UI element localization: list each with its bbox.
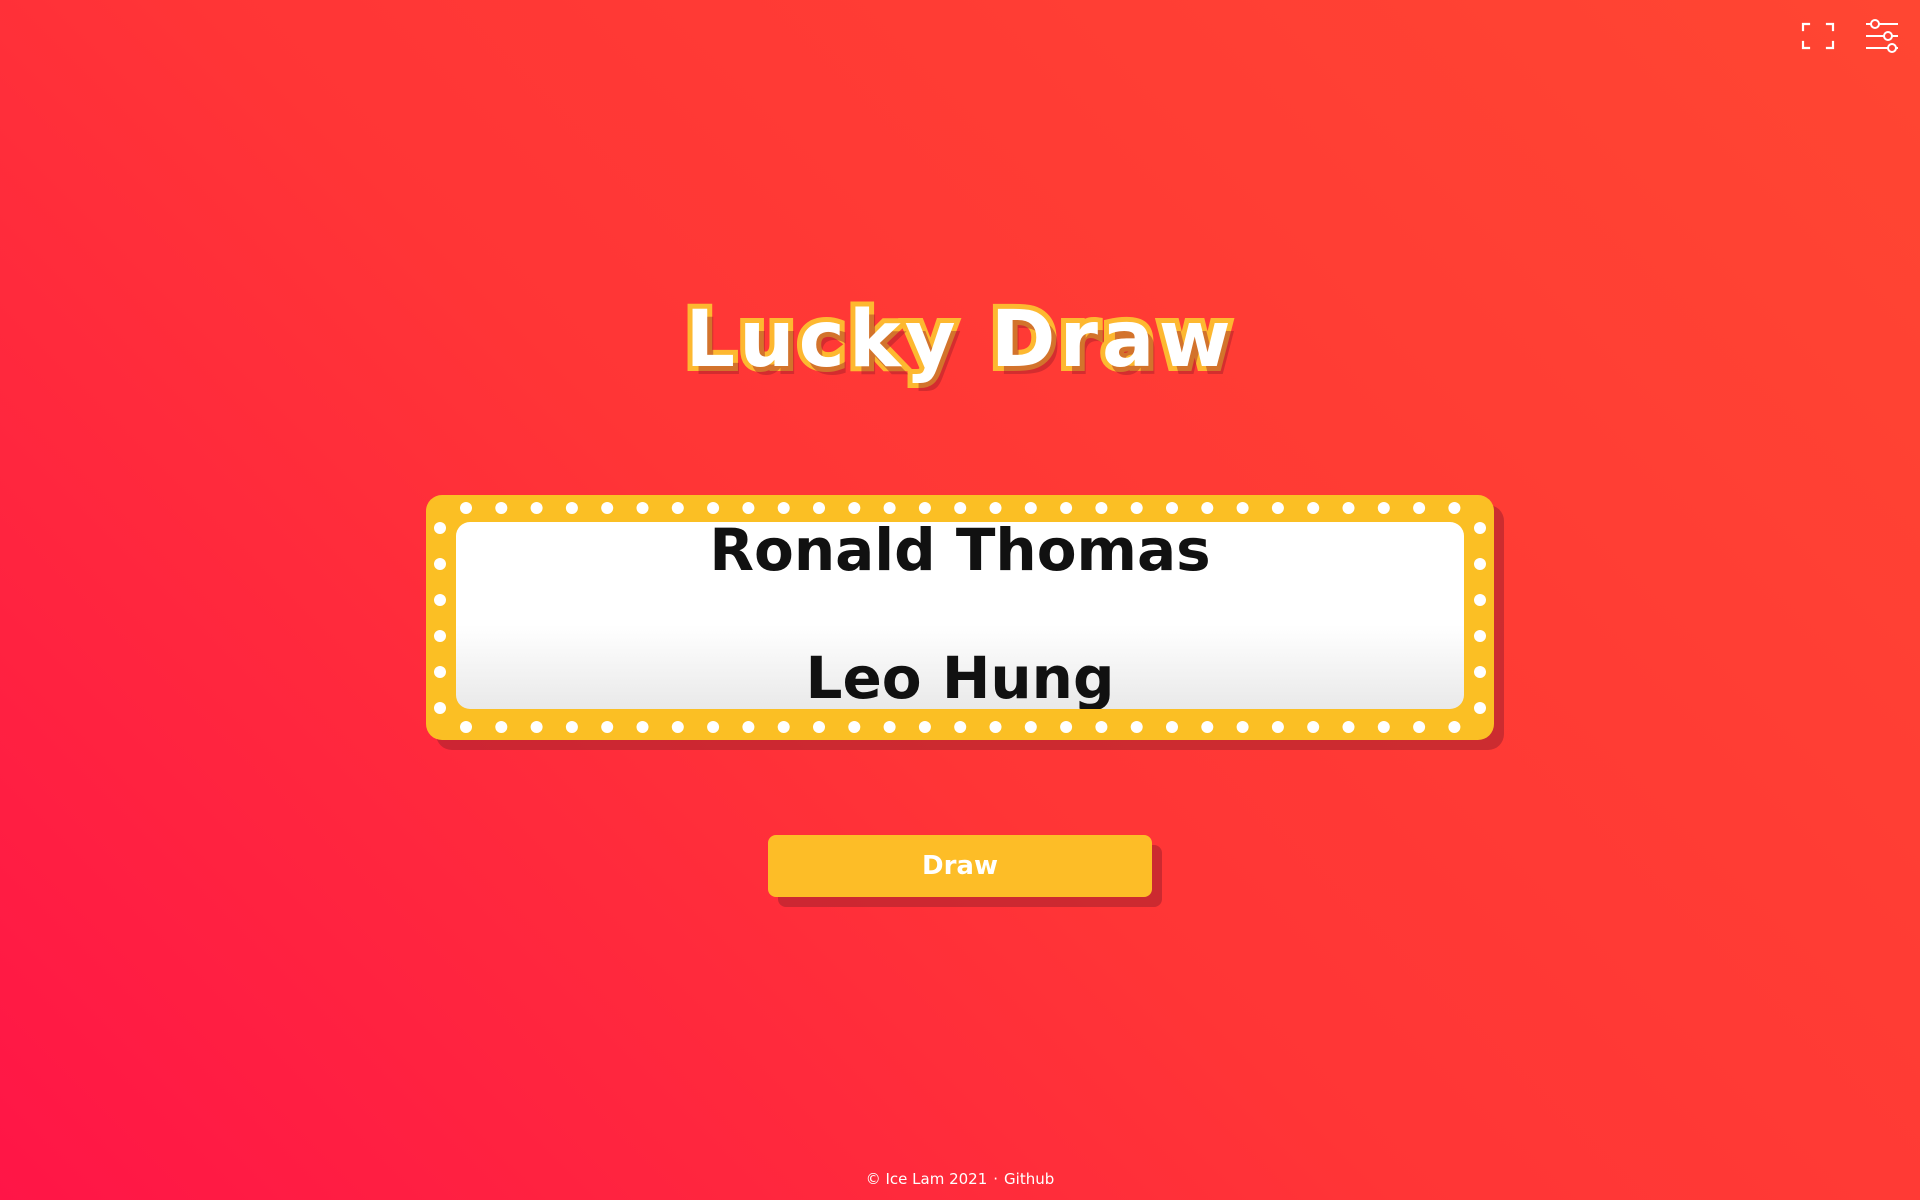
light-bulb <box>742 502 755 514</box>
light-bulb <box>1474 522 1486 534</box>
footer: © Ice Lam 2021 · Github <box>0 1170 1920 1188</box>
light-bulb <box>1377 502 1390 514</box>
fullscreen-icon <box>1801 22 1835 50</box>
light-bulb <box>918 721 931 733</box>
light-bulb <box>1095 502 1108 514</box>
light-bulb <box>495 721 508 733</box>
name-board: Ronald Thomas Leo Hung <box>426 495 1494 740</box>
light-bulb <box>434 630 446 642</box>
light-bulb <box>460 502 472 514</box>
light-bulb <box>434 666 446 678</box>
light-bulb <box>1474 594 1486 606</box>
light-bulb <box>671 502 684 514</box>
draw-button[interactable]: Draw <box>768 835 1152 897</box>
footer-separator: · <box>993 1170 999 1188</box>
light-bulb <box>1342 721 1355 733</box>
light-bulb <box>1024 721 1037 733</box>
light-bulb <box>1413 502 1426 514</box>
light-bulb <box>1024 502 1037 514</box>
light-bulb <box>1448 502 1461 514</box>
light-bulb <box>954 721 967 733</box>
light-bulb <box>1448 721 1461 733</box>
settings-button[interactable] <box>1858 12 1906 60</box>
name-window: Ronald Thomas Leo Hung <box>456 522 1464 709</box>
light-bulb <box>565 502 578 514</box>
light-bulb <box>1201 721 1214 733</box>
light-bulb <box>1060 721 1073 733</box>
light-bulb <box>883 721 896 733</box>
light-bulb <box>636 721 649 733</box>
light-bulb <box>460 721 472 733</box>
light-bulb <box>1130 502 1143 514</box>
light-bulb <box>777 721 790 733</box>
fullscreen-button[interactable] <box>1794 12 1842 60</box>
light-bulb <box>1377 721 1390 733</box>
light-bulb <box>742 721 755 733</box>
light-bulb <box>1166 502 1178 514</box>
light-bulb <box>434 558 446 570</box>
light-bulb <box>777 502 790 514</box>
copyright-text: © Ice Lam 2021 <box>865 1170 988 1188</box>
light-bulb <box>1413 721 1426 733</box>
light-bulb <box>1130 721 1143 733</box>
light-bulb <box>1342 502 1355 514</box>
name-item: Ronald Thomas <box>709 522 1211 584</box>
light-bulb <box>707 721 720 733</box>
light-bulb <box>707 502 720 514</box>
light-bulb <box>1236 502 1249 514</box>
light-bulb <box>848 502 861 514</box>
light-bulb <box>434 594 446 606</box>
light-bulb <box>495 502 508 514</box>
light-bulb <box>1271 502 1284 514</box>
light-bulb <box>636 502 649 514</box>
light-bulb <box>1201 502 1214 514</box>
page-title: Lucky Draw <box>680 290 1235 390</box>
light-bulb <box>1060 502 1073 514</box>
github-link[interactable]: Github <box>1004 1170 1054 1188</box>
light-bulb <box>434 522 446 534</box>
light-bulb <box>1271 721 1284 733</box>
light-bulb <box>530 502 543 514</box>
light-bulb <box>813 721 825 733</box>
light-bulb <box>1307 721 1320 733</box>
light-bulb <box>671 721 684 733</box>
light-bulb <box>813 502 825 514</box>
light-bulb <box>1307 502 1320 514</box>
light-bulb <box>601 721 614 733</box>
light-bulb <box>601 502 614 514</box>
light-bulb <box>565 721 578 733</box>
light-bulb <box>848 721 861 733</box>
light-bulb <box>954 502 967 514</box>
light-bulb <box>1474 630 1486 642</box>
light-bulb <box>1474 558 1486 570</box>
light-bulb <box>1166 721 1178 733</box>
name-item: Leo Hung <box>805 644 1115 709</box>
light-bulb <box>1474 702 1486 714</box>
light-bulb <box>1095 721 1108 733</box>
light-bulb <box>434 702 446 714</box>
light-bulb <box>989 502 1002 514</box>
settings-sliders-icon <box>1866 19 1898 53</box>
light-bulb <box>530 721 543 733</box>
light-bulb <box>918 502 931 514</box>
light-bulb <box>1236 721 1249 733</box>
light-bulb <box>1474 666 1486 678</box>
light-bulb <box>883 502 896 514</box>
light-bulb <box>989 721 1002 733</box>
